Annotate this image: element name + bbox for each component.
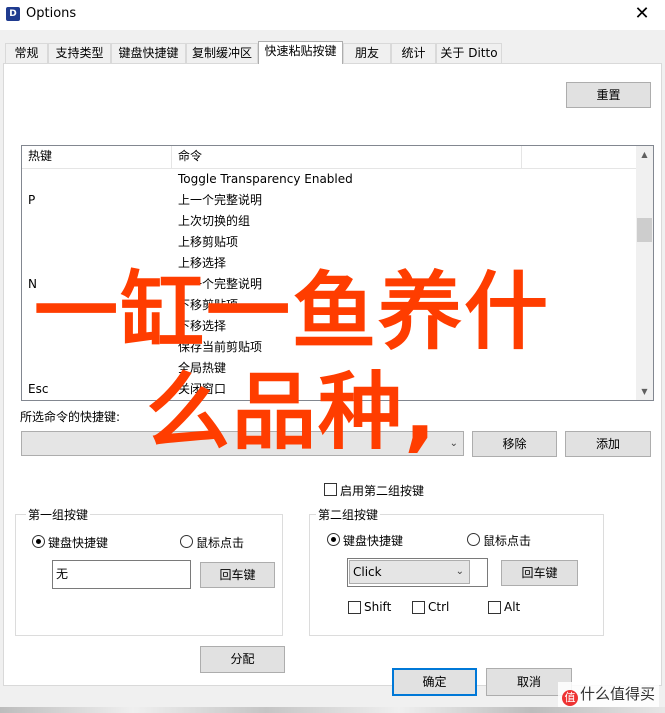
column-command[interactable]: 命令: [172, 146, 522, 168]
tab-panel: 重置 热键 命令 Toggle Transparency Enabled P 上一…: [3, 63, 662, 686]
scroll-thumb[interactable]: [637, 218, 652, 242]
tab-quick-paste-keys[interactable]: 快速粘贴按键: [258, 41, 343, 64]
list-item[interactable]: 上移选择: [22, 253, 636, 274]
dialog-client: 常规 支持类型 键盘快捷键 复制缓冲区 快速粘贴按键 朋友 统计 关于 Ditt…: [0, 30, 665, 713]
tab-friends[interactable]: 朋友: [343, 43, 391, 63]
group1-mouse-radio[interactable]: [180, 535, 193, 548]
shortcut-label: 所选命令的快捷键:: [20, 410, 121, 424]
list-item[interactable]: N 下一个完整说明: [22, 274, 636, 295]
list-item[interactable]: Esc 关闭窗口: [22, 379, 636, 400]
group1-keyboard-radio[interactable]: [32, 535, 45, 548]
shortcut-combo[interactable]: ⌄: [21, 431, 464, 456]
list-item[interactable]: 下移选择: [22, 316, 636, 337]
close-button[interactable]: ✕: [619, 0, 665, 30]
watermark-text: 什么值得买: [579, 685, 655, 703]
list-item[interactable]: Toggle Transparency Enabled: [22, 169, 636, 190]
tab-about[interactable]: 关于 Ditto: [436, 43, 502, 63]
group2-mouse-radio[interactable]: [467, 533, 480, 546]
chevron-down-icon: ⌄: [449, 437, 458, 449]
scroll-up-icon[interactable]: ▲: [636, 146, 653, 163]
tab-stats[interactable]: 统计: [391, 43, 436, 63]
watermark: 值什么值得买: [557, 682, 659, 707]
shift-label: Shift: [364, 600, 392, 614]
list-item[interactable]: 全局热键: [22, 358, 636, 379]
watermark-badge-icon: 值: [561, 690, 578, 706]
list-item[interactable]: P 上一个完整说明: [22, 190, 636, 211]
list-item[interactable]: 下移剪贴项: [22, 295, 636, 316]
chevron-down-icon: ⌄: [455, 566, 464, 577]
list-item[interactable]: 上移剪贴项: [22, 232, 636, 253]
group2-mouse-label: 鼠标点击: [483, 534, 532, 548]
scroll-down-icon[interactable]: ▼: [636, 383, 653, 400]
add-button[interactable]: 添加: [565, 431, 651, 457]
group2-title: 第二组按键: [316, 506, 381, 523]
tab-keyboard-shortcuts[interactable]: 键盘快捷键: [111, 43, 186, 63]
group1-enter-button[interactable]: 回车键: [200, 562, 275, 588]
list-header: 热键 命令: [22, 146, 636, 169]
hotkey-list[interactable]: 热键 命令 Toggle Transparency Enabled P 上一个完整…: [21, 145, 654, 401]
list-item[interactable]: 上次切换的组: [22, 211, 636, 232]
enable-second-group-checkbox[interactable]: [324, 483, 337, 496]
ctrl-label: Ctrl: [428, 600, 450, 614]
group1-mouse-label: 鼠标点击: [196, 536, 245, 550]
ditto-icon: D: [6, 7, 20, 21]
column-hotkey[interactable]: 热键: [22, 146, 172, 168]
group2-keyboard-radio[interactable]: [327, 533, 340, 546]
group2-enter-button[interactable]: 回车键: [501, 560, 578, 586]
tab-copy-buffers[interactable]: 复制缓冲区: [186, 43, 258, 63]
enable-second-group-label: 启用第二组按键: [340, 484, 425, 498]
group1-keyboard-label: 键盘快捷键: [48, 536, 109, 550]
reset-button[interactable]: 重置: [566, 82, 651, 108]
shift-checkbox[interactable]: [348, 601, 361, 614]
close-icon: ✕: [634, 3, 650, 24]
assign-button[interactable]: 分配: [200, 646, 285, 673]
group2-keyboard-label: 键盘快捷键: [343, 534, 404, 548]
ok-button[interactable]: 确定: [392, 668, 477, 696]
group1-title: 第一组按键: [26, 506, 91, 523]
group2-mouse-combo-value: Click: [353, 565, 382, 579]
group1-key-field[interactable]: 无: [52, 560, 191, 589]
group2-mouse-combo[interactable]: Click ⌄: [349, 560, 470, 584]
alt-checkbox[interactable]: [488, 601, 501, 614]
list-scrollbar[interactable]: ▲ ▼: [636, 146, 653, 400]
window-title: Options: [26, 6, 77, 21]
title-bar: D Options ✕: [0, 0, 665, 30]
tab-supported-types[interactable]: 支持类型: [48, 43, 111, 63]
ctrl-checkbox[interactable]: [412, 601, 425, 614]
remove-button[interactable]: 移除: [472, 431, 557, 457]
tab-general[interactable]: 常规: [5, 43, 48, 63]
alt-label: Alt: [504, 600, 521, 614]
list-item[interactable]: 保存当前剪贴项: [22, 337, 636, 358]
bottom-strip: [0, 707, 665, 713]
